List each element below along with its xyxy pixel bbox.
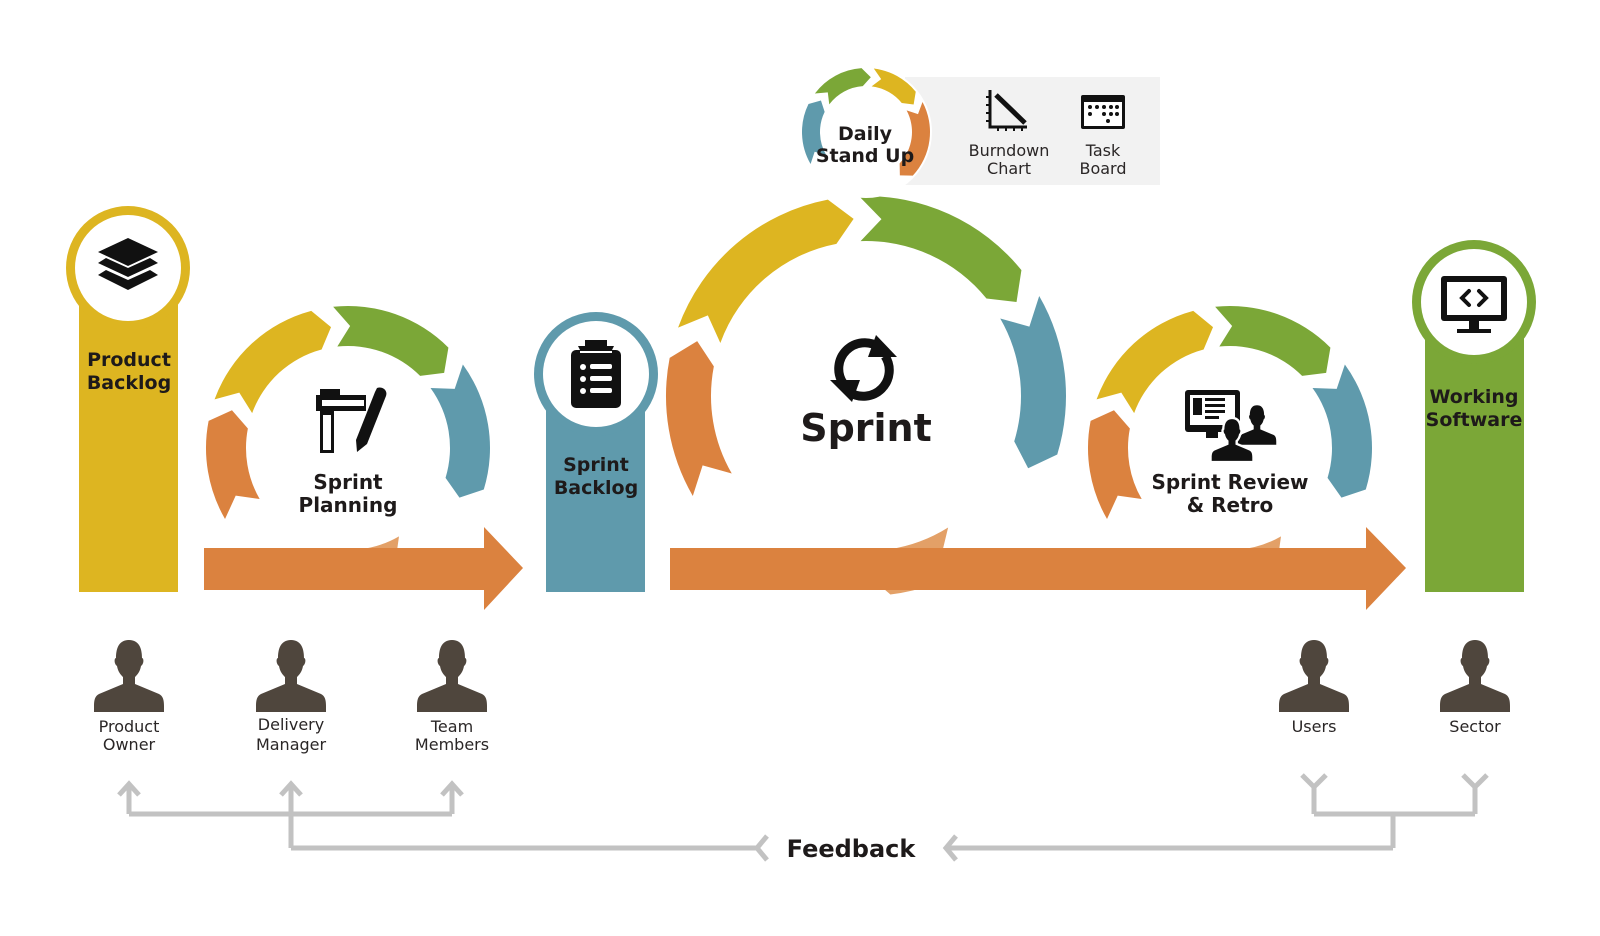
pillar-working-software[interactable]: Working Software	[1412, 240, 1536, 592]
person-icon	[1440, 640, 1510, 712]
flow-arrow-sprint	[670, 527, 1406, 610]
daily-standup-line1: Daily	[838, 123, 893, 145]
pillar-product-backlog[interactable]: Product Backlog	[66, 206, 190, 592]
person-label-line1: Sector	[1449, 717, 1501, 736]
person-sector[interactable]: Sector	[1440, 640, 1510, 736]
pillar-label-line1: Sprint	[563, 454, 629, 476]
person-delivery-manager[interactable]: Delivery Manager	[256, 640, 327, 754]
pillar-label-line1: Working	[1430, 386, 1519, 408]
person-icon	[1279, 640, 1349, 712]
tool-label-line1: Burndown	[969, 141, 1050, 160]
person-label-line1: Team	[430, 717, 473, 736]
sprint-segment-green	[859, 196, 1022, 302]
person-label-line1: Delivery	[258, 715, 324, 734]
tool-label-line2: Chart	[987, 159, 1031, 178]
sprint-segment-blue	[1000, 296, 1066, 469]
feedback-label: Feedback	[787, 835, 917, 863]
person-label-line2: Owner	[103, 735, 156, 754]
sprint-planning-line1: Sprint	[313, 470, 383, 494]
sprint-planning-node[interactable]: Sprint Planning	[299, 387, 398, 517]
tool-label-line2: Board	[1079, 159, 1126, 178]
pillar-label-line2: Backlog	[87, 372, 171, 394]
planning-segment-blue	[430, 364, 490, 498]
sprint-review-node[interactable]: Sprint Review & Retro	[1151, 390, 1309, 517]
planning-segment-orange	[206, 410, 260, 519]
pillar-label-line2: Backlog	[554, 477, 638, 499]
daily-standup-line2: Stand Up	[816, 145, 914, 167]
stakeholders: Product Owner Delivery Manager Team Memb…	[94, 640, 1510, 754]
sprint-planning-cycle	[206, 306, 490, 590]
sprint-review-line1: Sprint Review	[1151, 470, 1308, 494]
person-label-line2: Members	[415, 735, 489, 754]
planning-segment-yellow	[214, 310, 332, 414]
person-icon	[94, 640, 164, 712]
sprint-segment-orange	[665, 341, 732, 496]
pillar-sprint-backlog[interactable]: Sprint Backlog	[534, 312, 658, 592]
sprint-label: Sprint	[800, 406, 932, 450]
person-product-owner[interactable]: Product Owner	[94, 640, 164, 754]
tool-label-line1: Task	[1085, 141, 1121, 160]
review-segment-orange	[1088, 410, 1142, 519]
ruler-pencil-icon	[316, 387, 387, 453]
review-segment-blue	[1312, 364, 1372, 498]
task-board-icon	[1081, 95, 1125, 129]
flow-arrow-planning	[204, 527, 523, 610]
pillar-label-line2: Software	[1426, 409, 1523, 431]
person-users[interactable]: Users	[1279, 640, 1349, 736]
clipboard-list-icon	[571, 340, 621, 408]
person-label-line2: Manager	[256, 735, 327, 754]
presentation-people-icon	[1185, 390, 1277, 461]
sprint-review-line2: & Retro	[1187, 493, 1274, 517]
sprint-planning-line2: Planning	[299, 493, 398, 517]
scrum-process-diagram: Product Backlog Sprint Backlog Working S…	[66, 66, 1536, 863]
pillar-label-line1: Product	[87, 349, 171, 371]
person-label-line1: Product	[99, 717, 160, 736]
sprint-segment-yellow	[678, 199, 854, 343]
review-segment-green	[1215, 306, 1331, 376]
person-icon	[256, 640, 326, 712]
planning-segment-green	[333, 306, 449, 376]
person-icon	[417, 640, 487, 712]
person-team-members[interactable]: Team Members	[415, 640, 489, 754]
person-label-line1: Users	[1292, 717, 1337, 736]
sprint-node[interactable]: Sprint	[800, 335, 932, 450]
